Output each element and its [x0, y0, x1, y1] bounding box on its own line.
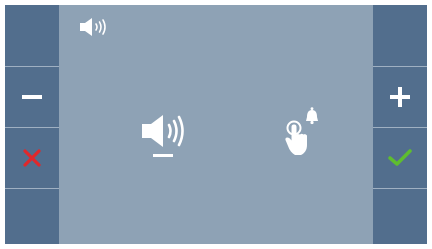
cancel-icon [23, 149, 41, 167]
volume-speaker-icon [138, 113, 192, 149]
right-button-bottom[interactable] [373, 189, 427, 244]
plus-icon [390, 87, 410, 107]
confirm-icon [388, 149, 412, 167]
right-button-panel [373, 5, 427, 244]
confirm-button[interactable] [373, 128, 427, 188]
plus-button[interactable] [373, 67, 427, 127]
minus-icon [22, 95, 42, 99]
left-button-top[interactable] [5, 5, 59, 66]
minus-button[interactable] [5, 67, 59, 127]
speaker-volume-icon [78, 17, 110, 37]
volume-level-indicator [153, 154, 173, 157]
left-button-panel [5, 5, 59, 244]
touch-bell-icon[interactable] [281, 107, 325, 157]
cancel-button[interactable] [5, 128, 59, 188]
left-button-bottom[interactable] [5, 189, 59, 244]
right-button-top[interactable] [373, 5, 427, 66]
intercom-screen [5, 5, 427, 244]
